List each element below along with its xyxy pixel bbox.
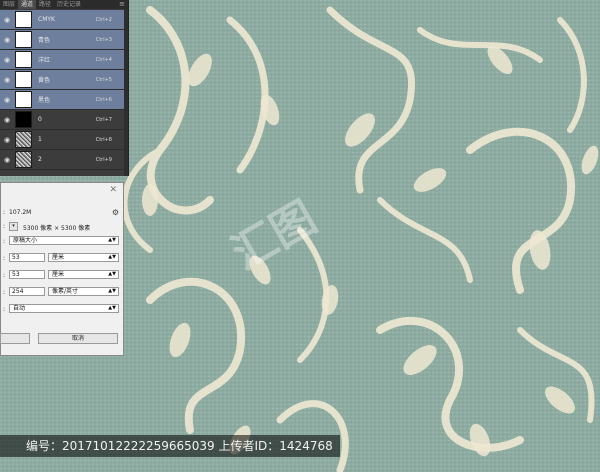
channel-name: 黑色 bbox=[38, 97, 51, 104]
tab-paths[interactable]: 路径 bbox=[36, 0, 54, 9]
panel-tabs: 图层 通道 路径 历史记录 bbox=[0, 0, 128, 9]
channel-shortcut: Ctrl+3 bbox=[95, 36, 112, 43]
channel-thumbnail bbox=[15, 71, 32, 88]
eye-icon[interactable]: ◉ bbox=[2, 36, 12, 44]
channel-shortcut: Ctrl+2 bbox=[95, 16, 112, 23]
channel-shortcut: Ctrl+6 bbox=[95, 96, 112, 103]
resample-value: 自动 bbox=[13, 305, 26, 312]
watermark-text: 编号：20171012222259665039 上传者ID：1424768 bbox=[26, 439, 333, 453]
dimensions-colon: : bbox=[3, 223, 6, 230]
close-icon[interactable]: ✕ bbox=[109, 185, 117, 195]
channel-thumbnail bbox=[15, 131, 32, 148]
chevron-down-icon: ▲▼ bbox=[108, 271, 116, 277]
resolution-unit-select[interactable]: 像素/英寸 ▲▼ bbox=[48, 287, 119, 296]
channel-row[interactable]: ◉ 黑色 Ctrl+6 bbox=[0, 90, 124, 110]
ok-button[interactable] bbox=[0, 333, 30, 344]
dimensions-value: 5300 像素 × 5300 像素 bbox=[23, 225, 91, 232]
channel-shortcut: Ctrl+4 bbox=[95, 56, 112, 63]
channel-thumbnail bbox=[15, 51, 32, 68]
channel-shortcut: Ctrl+8 bbox=[95, 136, 112, 143]
channel-thumbnail bbox=[15, 11, 32, 28]
eye-icon[interactable]: ◉ bbox=[2, 96, 12, 104]
fit-to-value: 原稿大小 bbox=[13, 237, 38, 244]
eye-icon[interactable]: ◉ bbox=[2, 116, 12, 124]
width-colon: : bbox=[3, 255, 6, 262]
channel-row[interactable]: ◉ 1 Ctrl+8 bbox=[0, 130, 124, 150]
channel-thumbnail bbox=[15, 151, 32, 168]
channel-name: 2 bbox=[38, 156, 42, 163]
cancel-button[interactable]: 取消 bbox=[38, 333, 118, 344]
dimensions-dropdown-button[interactable]: ▾ bbox=[9, 222, 18, 231]
channel-name: 黄色 bbox=[38, 77, 51, 84]
panel-scrollbar[interactable] bbox=[124, 9, 128, 176]
channel-name: CMYK bbox=[38, 16, 55, 23]
resolution-unit-value: 像素/英寸 bbox=[52, 288, 79, 295]
width-unit-value: 厘米 bbox=[52, 254, 65, 261]
tab-layers[interactable]: 图层 bbox=[0, 0, 18, 9]
channel-shortcut: Ctrl+9 bbox=[95, 156, 112, 163]
channel-row[interactable]: ◉ 0 Ctrl+7 bbox=[0, 110, 124, 130]
panel-menu-icon[interactable]: ≡ bbox=[119, 0, 125, 9]
size-label-colon: : bbox=[3, 209, 6, 216]
width-field[interactable]: 53 bbox=[9, 253, 45, 262]
channel-name: 0 bbox=[38, 116, 42, 123]
channel-name: 洋红 bbox=[38, 57, 51, 64]
eye-icon[interactable]: ◉ bbox=[2, 16, 12, 24]
channel-thumbnail bbox=[15, 111, 32, 128]
chevron-down-icon: ▲▼ bbox=[108, 288, 116, 294]
fit-to-colon: : bbox=[3, 238, 6, 245]
tab-channels[interactable]: 通道 bbox=[18, 0, 37, 9]
resolution-colon: : bbox=[3, 289, 6, 296]
height-unit-select[interactable]: 厘米 ▲▼ bbox=[48, 270, 119, 279]
tab-history[interactable]: 历史记录 bbox=[54, 0, 84, 9]
eye-icon[interactable]: ◉ bbox=[2, 56, 12, 64]
channel-row[interactable]: ◉ 洋红 Ctrl+4 bbox=[0, 50, 124, 70]
width-unit-select[interactable]: 厘米 ▲▼ bbox=[48, 253, 119, 262]
fit-to-select[interactable]: 原稿大小 ▲▼ bbox=[9, 236, 119, 245]
resample-colon: : bbox=[3, 306, 6, 313]
channel-shortcut: Ctrl+7 bbox=[95, 116, 112, 123]
resample-select[interactable]: 自动 ▲▼ bbox=[9, 304, 119, 313]
channel-row[interactable]: ◉ CMYK Ctrl+2 bbox=[0, 10, 124, 30]
channels-panel: 图层 通道 路径 历史记录 ≡ ◉ CMYK Ctrl+2 ◉ 青色 Ctrl+3 ◉ 洋红 C… bbox=[0, 0, 129, 176]
eye-icon[interactable]: ◉ bbox=[2, 76, 12, 84]
chevron-down-icon: ▲▼ bbox=[108, 254, 116, 260]
resolution-field[interactable]: 254 bbox=[9, 287, 45, 296]
height-field[interactable]: 53 bbox=[9, 270, 45, 279]
height-colon: : bbox=[3, 272, 6, 279]
channel-thumbnail bbox=[15, 31, 32, 48]
height-unit-value: 厘米 bbox=[52, 271, 65, 278]
image-size-dialog: ✕ : 107.2M ⚙ : ▾ 5300 像素 × 5300 像素 : 原稿大… bbox=[0, 182, 124, 356]
channel-row[interactable]: ◉ 青色 Ctrl+3 bbox=[0, 30, 124, 50]
channel-row[interactable]: ◉ 2 Ctrl+9 bbox=[0, 150, 124, 170]
eye-icon[interactable]: ◉ bbox=[2, 156, 12, 164]
channel-thumbnail bbox=[15, 91, 32, 108]
eye-icon[interactable]: ◉ bbox=[2, 136, 12, 144]
channel-name: 1 bbox=[38, 136, 42, 143]
channel-shortcut: Ctrl+5 bbox=[95, 76, 112, 83]
chevron-down-icon: ▲▼ bbox=[108, 237, 116, 243]
image-size-value: 107.2M bbox=[9, 209, 32, 216]
channel-row[interactable]: ◉ 黄色 Ctrl+5 bbox=[0, 70, 124, 90]
chevron-down-icon: ▲▼ bbox=[108, 305, 116, 311]
gear-icon[interactable]: ⚙ bbox=[112, 208, 119, 217]
channel-name: 青色 bbox=[38, 37, 51, 44]
